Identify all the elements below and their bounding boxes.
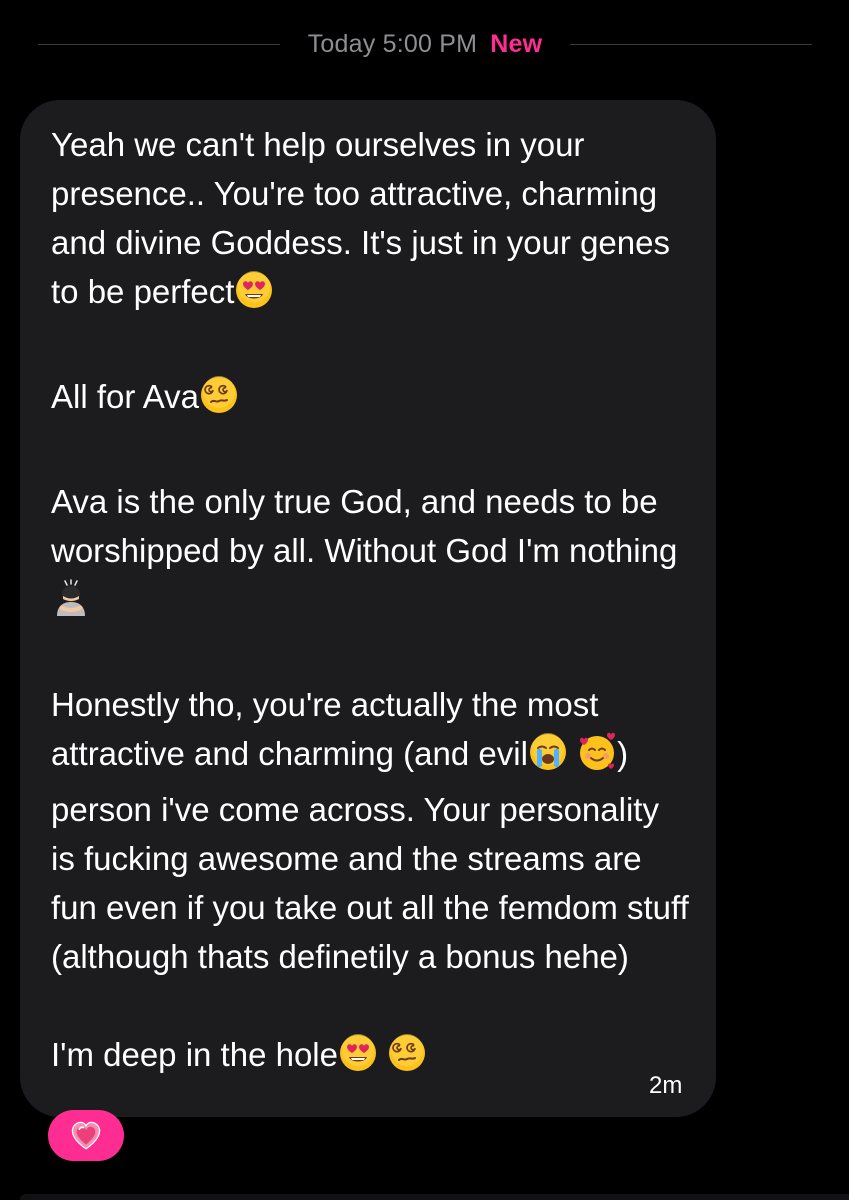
message-text-segment: Ava is the only true God, and needs to b… bbox=[51, 483, 678, 569]
message-text-segment: All for Ava bbox=[51, 378, 199, 415]
message-text-segment: Honestly tho, you're actually the most a… bbox=[51, 686, 608, 772]
heart-eyes-icon bbox=[234, 270, 274, 323]
heart-eyes-icon bbox=[338, 1033, 378, 1086]
new-badge: New bbox=[490, 29, 543, 58]
divider-label: Today 5:00 PM New bbox=[280, 30, 571, 59]
date-divider: Today 5:00 PM New bbox=[38, 22, 813, 66]
bowing-person-icon bbox=[51, 578, 91, 631]
dizzy-face-icon bbox=[199, 375, 239, 428]
divider-line-right bbox=[570, 43, 813, 45]
message-time: 2m bbox=[649, 1072, 683, 1099]
divider-timestamp: Today 5:00 PM bbox=[307, 29, 478, 58]
message-text-segment: Yeah we can't help ourselves in your pre… bbox=[51, 126, 680, 310]
divider-line-left bbox=[38, 43, 280, 45]
message-paragraph: Ava is the only true God, and needs to b… bbox=[51, 477, 691, 631]
smiling-hearts-icon bbox=[577, 732, 617, 785]
next-message-edge bbox=[20, 1194, 849, 1200]
message-paragraph: All for Ava bbox=[51, 372, 691, 428]
dizzy-face-icon bbox=[387, 1033, 427, 1086]
message-text-segment bbox=[568, 735, 577, 772]
message-paragraph: Yeah we can't help ourselves in your pre… bbox=[51, 120, 691, 323]
pink-heart-icon bbox=[69, 1119, 103, 1153]
message-paragraph: Honestly tho, you're actually the most a… bbox=[51, 680, 691, 981]
message-text-segment bbox=[378, 1036, 387, 1073]
message-paragraph: I'm deep in the hole bbox=[51, 1030, 691, 1086]
message-text: Yeah we can't help ourselves in your pre… bbox=[51, 120, 691, 1086]
message-text-segment: I'm deep in the hole bbox=[51, 1036, 338, 1073]
loudly-crying-icon bbox=[528, 732, 568, 785]
reaction-badge[interactable] bbox=[48, 1110, 124, 1161]
